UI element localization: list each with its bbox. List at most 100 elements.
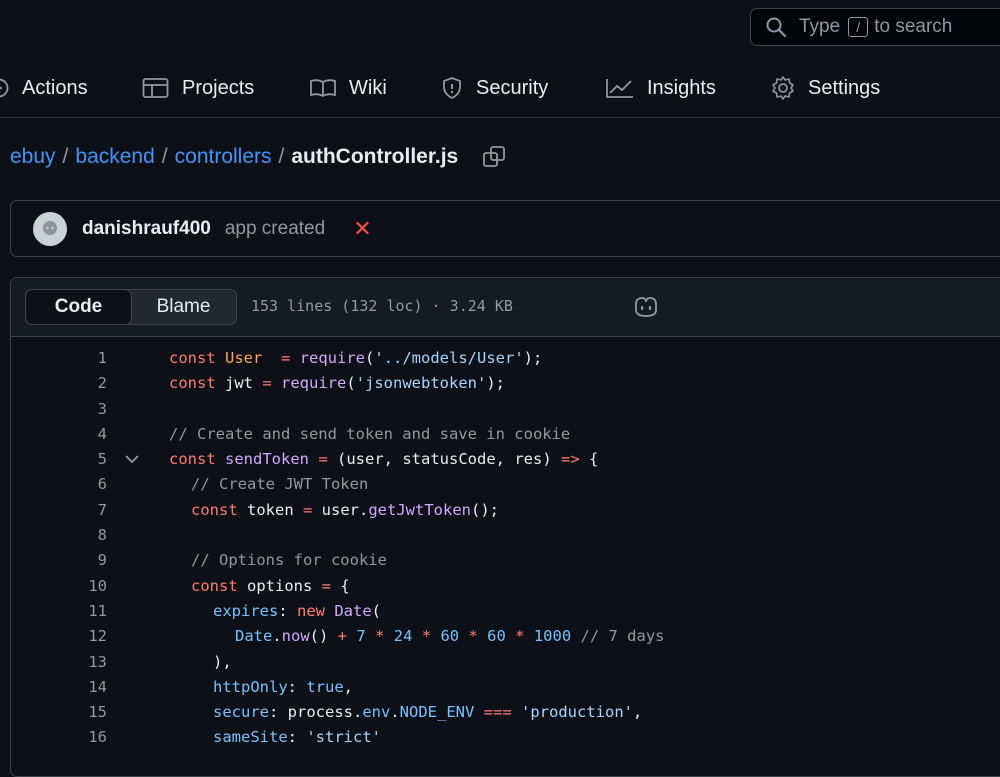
tab-wiki-label: Wiki <box>349 76 387 99</box>
code-text: secure: process.env.NODE_ENV === 'produc… <box>213 700 642 725</box>
code-text: Date.now() + 7 * 24 * 60 * 60 * 1000 // … <box>235 624 665 649</box>
code-token: : <box>278 601 297 620</box>
breadcrumb-separator: / <box>161 145 168 168</box>
book-icon <box>310 79 336 98</box>
code-line: 13), <box>11 650 1000 675</box>
nav-divider <box>0 117 1000 118</box>
code-token: * <box>515 627 525 646</box>
code-line: 8 <box>11 523 1000 548</box>
avatar[interactable] <box>33 211 67 246</box>
copy-path-button[interactable] <box>482 145 508 169</box>
line-number[interactable]: 6 <box>47 472 107 497</box>
commit-author[interactable]: danishrauf400 <box>82 218 211 240</box>
line-number[interactable]: 3 <box>47 397 107 422</box>
commit-message[interactable]: app created <box>225 218 325 240</box>
tab-settings[interactable]: Settings <box>770 62 880 114</box>
line-number[interactable]: 15 <box>47 700 107 725</box>
tab-projects-label: Projects <box>182 76 255 99</box>
code-token: 7 <box>356 627 366 646</box>
shield-icon <box>443 77 461 100</box>
line-number[interactable]: 14 <box>47 675 107 700</box>
search-suffix: to search <box>874 16 953 37</box>
code-token: const <box>169 450 225 469</box>
code-text: const jwt = require('jsonwebtoken'); <box>169 371 505 396</box>
copilot-button[interactable] <box>631 295 661 324</box>
line-number[interactable]: 16 <box>47 725 107 750</box>
code-token: : <box>287 677 307 696</box>
search-shortcut-key: / <box>848 17 869 37</box>
code-token: : process. <box>269 703 363 722</box>
code-tab-button[interactable]: Code <box>25 289 132 325</box>
code-token: httpOnly <box>213 677 288 696</box>
code-text: // Create JWT Token <box>191 472 368 497</box>
tab-wiki[interactable]: Wiki <box>309 62 387 114</box>
code-token: { <box>331 576 350 595</box>
search-box[interactable]: Type / to search <box>750 8 1000 46</box>
code-line: 12 Date.now() + 7 * 24 * 60 * 60 * 1000 /… <box>11 624 1000 649</box>
breadcrumb-dir-controllers[interactable]: controllers <box>175 145 272 169</box>
line-number[interactable]: 13 <box>47 650 107 675</box>
view-mode-toggle: Code Blame <box>25 289 237 325</box>
code-token: // Create and send token and save in coo… <box>169 424 571 443</box>
search-icon <box>766 17 787 38</box>
line-number[interactable]: 8 <box>47 523 107 548</box>
code-line: 4 // Create and send token and save in co… <box>11 422 1000 447</box>
line-number[interactable]: 5 <box>47 447 107 472</box>
code-token: = <box>303 500 313 519</box>
tab-security[interactable]: Security <box>440 62 548 114</box>
code-token: const <box>191 500 247 519</box>
graph-icon <box>606 79 633 98</box>
code-token: { <box>579 450 599 469</box>
line-number[interactable]: 7 <box>47 498 107 523</box>
code-token: User <box>225 349 263 367</box>
blame-tab-button[interactable]: Blame <box>131 290 236 324</box>
code-token: ); <box>486 374 506 393</box>
line-number[interactable]: 4 <box>47 422 107 447</box>
line-number[interactable]: 2 <box>47 371 107 396</box>
code-token: user. <box>312 500 369 519</box>
line-number[interactable]: 11 <box>47 599 107 624</box>
code-token: // 7 days <box>580 627 665 646</box>
line-number[interactable]: 12 <box>47 624 107 649</box>
commit-status-failed-icon[interactable]: ✕ <box>353 216 371 242</box>
code-token: true <box>306 677 344 696</box>
line-number[interactable]: 9 <box>47 548 107 573</box>
breadcrumb-separator: / <box>62 145 69 168</box>
tab-insights-label: Insights <box>647 76 716 99</box>
code-token: + <box>337 627 348 646</box>
breadcrumb-repo[interactable]: ebuy <box>10 145 56 169</box>
code-view[interactable]: 1 const User = require('../models/User');… <box>11 346 1000 751</box>
tab-projects[interactable]: Projects <box>142 62 254 114</box>
tab-insights[interactable]: Insights <box>605 62 716 114</box>
code-token: ), <box>213 652 232 671</box>
octocat-avatar-icon <box>43 220 57 235</box>
code-token: ( <box>365 349 375 367</box>
code-token: new <box>297 601 335 620</box>
code-line: 15 secure: process.env.NODE_ENV === 'prod… <box>11 700 1000 725</box>
latest-commit-bar: danishrauf400 app created ✕ <box>10 200 1000 257</box>
code-token: = <box>318 450 328 469</box>
code-token: expires <box>213 601 279 620</box>
tab-actions[interactable]: Actions <box>0 62 88 114</box>
code-token: const <box>191 576 247 595</box>
code-text: // Create and send token and save in coo… <box>169 422 570 447</box>
line-number[interactable]: 1 <box>47 346 107 371</box>
code-line: 6 // Create JWT Token <box>11 472 1000 497</box>
code-text: const token = user.getJwtToken(); <box>191 498 499 523</box>
code-token: 24 <box>393 627 413 646</box>
line-number[interactable]: 10 <box>47 574 107 599</box>
breadcrumb-dir-backend[interactable]: backend <box>75 145 154 169</box>
fold-chevron-down-icon[interactable] <box>124 453 140 465</box>
code-token: getJwtToken <box>368 500 471 519</box>
repo-nav: Actions Projects Wiki Security Insights … <box>0 62 1000 114</box>
tab-settings-label: Settings <box>808 76 881 99</box>
code-token: sameSite <box>213 728 288 747</box>
code-line: 16 sameSite: 'strict' <box>11 725 1000 750</box>
file-viewer: Code Blame 153 lines (132 loc) · 3.24 KB… <box>10 277 1000 777</box>
